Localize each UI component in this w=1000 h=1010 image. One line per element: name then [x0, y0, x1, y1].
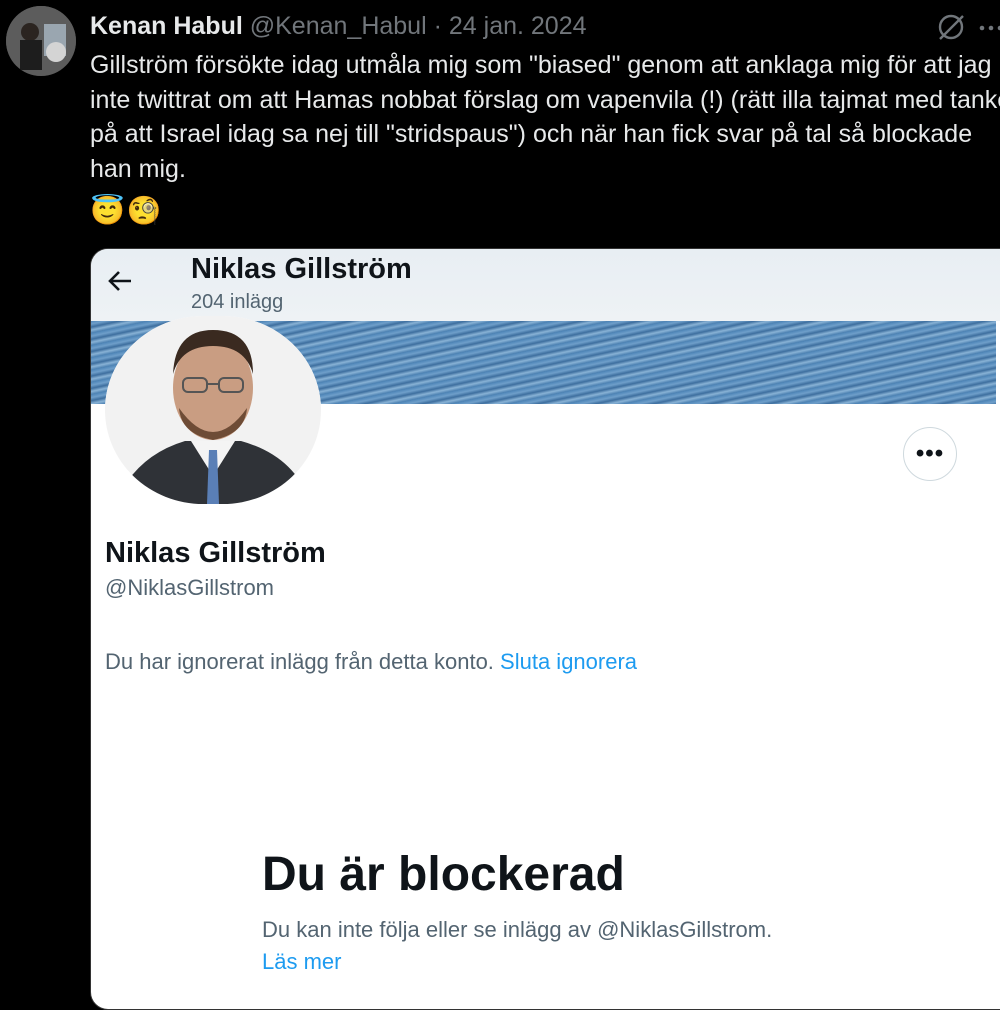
header-separator: · [433, 12, 442, 40]
ignored-notice: Du har ignorerat inlägg från detta konto… [105, 647, 637, 677]
author-avatar[interactable] [6, 6, 76, 76]
unignore-link[interactable]: Sluta ignorera [500, 649, 637, 674]
profile-handle: @NiklasGillstrom [105, 575, 275, 600]
tweet-date[interactable]: 24 jan. 2024 [449, 12, 587, 40]
back-arrow-icon[interactable] [107, 267, 135, 295]
emoji-row: 😇 🧐 [90, 194, 162, 228]
author-name[interactable]: Kenan Habul [90, 12, 243, 40]
blocked-title: Du är blockerad [262, 848, 625, 901]
profile-options-button[interactable]: ••• [903, 427, 957, 481]
profile-photo[interactable] [105, 316, 321, 504]
blocked-description: Du kan inte följa eller se inlägg av @Ni… [262, 917, 773, 942]
more-icon[interactable] [976, 12, 1000, 42]
grok-icon[interactable] [936, 12, 966, 42]
monocle-face-emoji: 🧐 [126, 195, 162, 226]
tweet-text: Gillström försökte idag utmåla mig som "… [90, 51, 1000, 183]
read-more-link[interactable]: Läs mer [262, 947, 341, 977]
tweet-header: Kenan Habul @Kenan_Habul · 24 jan. 2024 [90, 8, 1000, 44]
post-count: 204 inlägg [191, 291, 284, 313]
profile-display-name: Niklas Gillström [105, 537, 326, 569]
profile-topbar: Niklas Gillström 204 inlägg [91, 249, 1000, 321]
author-handle[interactable]: @Kenan_Habul [250, 12, 427, 40]
attached-screenshot[interactable]: Niklas Gillström 204 inlägg ••• Niklas G… [90, 248, 1000, 1010]
profile-title: Niklas Gillström [191, 253, 412, 285]
ignored-text: Du har ignorerat inlägg från detta konto… [105, 649, 494, 674]
angel-face-emoji: 😇 [90, 195, 125, 226]
